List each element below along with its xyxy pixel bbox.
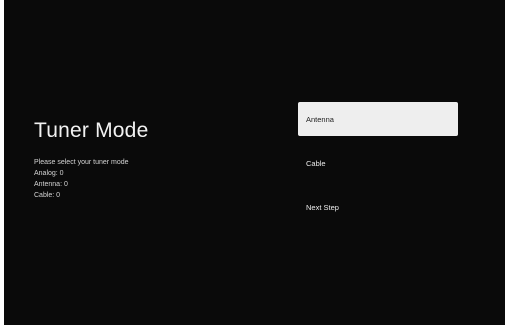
menu-item-label: Next Step bbox=[306, 202, 339, 212]
antenna-channel-count: Antenna: 0 bbox=[34, 181, 68, 188]
menu-item-cable[interactable]: Cable bbox=[298, 146, 458, 180]
info-panel: Tuner Mode Please select your tuner mode… bbox=[34, 118, 254, 201]
tv-setup-screen: Tuner Mode Please select your tuner mode… bbox=[4, 0, 505, 325]
instruction-text: Please select your tuner mode bbox=[34, 159, 129, 166]
menu-item-label: Antenna bbox=[306, 114, 334, 124]
menu-item-next-step[interactable]: Next Step bbox=[298, 190, 458, 224]
page-title: Tuner Mode bbox=[34, 119, 149, 142]
tuner-mode-menu: Antenna Cable Next Step bbox=[298, 102, 458, 234]
menu-item-antenna[interactable]: Antenna bbox=[298, 102, 458, 136]
cable-channel-count: Cable: 0 bbox=[34, 192, 61, 199]
menu-item-label: Cable bbox=[306, 158, 326, 168]
analog-channel-count: Analog: 0 bbox=[34, 170, 64, 177]
